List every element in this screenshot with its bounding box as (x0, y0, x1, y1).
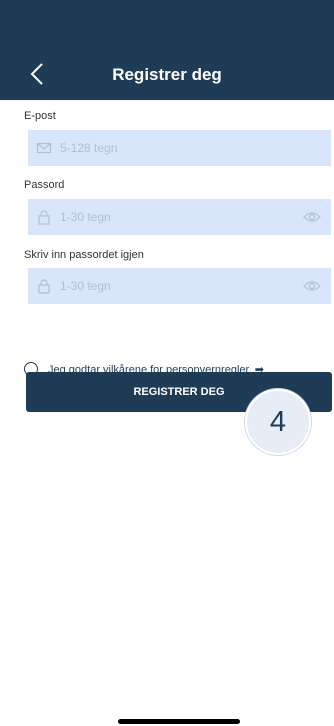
lock-icon (38, 210, 50, 225)
password-repeat-label: Skriv inn passordet igjen (24, 249, 144, 261)
page-title: Registrer deg (112, 65, 222, 84)
step-badge: 4 (245, 389, 311, 455)
eye-icon[interactable] (303, 278, 321, 294)
password-repeat-input[interactable] (60, 268, 300, 304)
register-button-label: REGISTRER DEG (133, 386, 225, 398)
eye-icon[interactable] (303, 209, 321, 225)
email-label: E-post (24, 110, 56, 122)
email-input[interactable] (60, 130, 300, 166)
lock-icon (38, 279, 50, 294)
header-bar: Registrer deg (0, 0, 334, 100)
email-field[interactable] (28, 130, 331, 166)
password-input[interactable] (60, 199, 300, 235)
password-label: Passord (24, 179, 65, 191)
home-indicator (118, 719, 240, 724)
password-repeat-field[interactable] (28, 268, 331, 304)
mail-icon (36, 142, 52, 154)
password-field[interactable] (28, 199, 331, 235)
